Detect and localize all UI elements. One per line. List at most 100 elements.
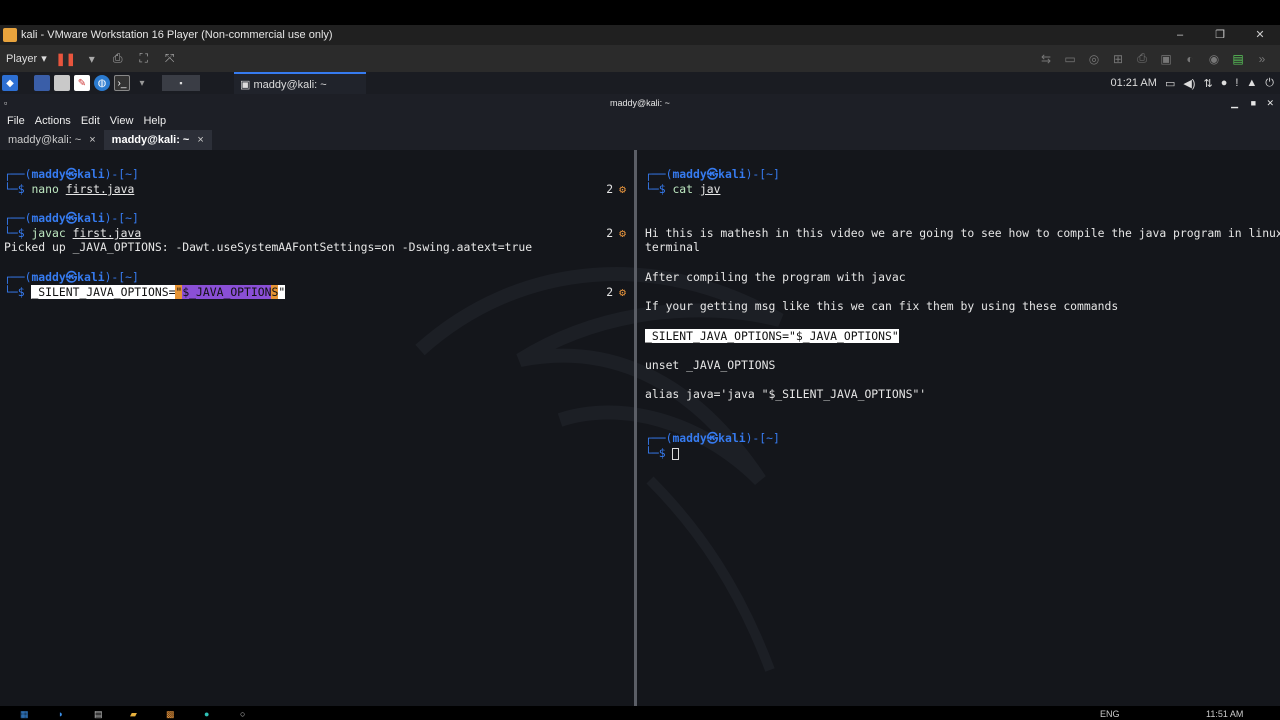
alert-icon[interactable]: ! bbox=[1235, 77, 1238, 89]
language-indicator[interactable]: ENG bbox=[1100, 709, 1120, 719]
chevron-down-icon: ▾ bbox=[41, 53, 47, 65]
file-text-line: _SILENT_JAVA_OPTIONS="$_JAVA_OPTIONS" bbox=[645, 329, 899, 343]
store-icon[interactable]: ▤ bbox=[94, 709, 103, 720]
menu-view[interactable]: View bbox=[110, 115, 134, 127]
lock-icon[interactable]: ▲ bbox=[1246, 77, 1257, 89]
desktop-icon[interactable] bbox=[34, 75, 50, 91]
player-menu[interactable]: Player ▾ bbox=[0, 52, 53, 66]
vmware-titlebar: kali - VMware Workstation 16 Player (Non… bbox=[0, 25, 1280, 45]
windows-start-icon[interactable]: ▦ bbox=[20, 709, 29, 720]
menu-edit[interactable]: Edit bbox=[81, 115, 100, 127]
terminal-titlebar: ▫ maddy@kali: ~ ▁ ■ ✕ bbox=[0, 94, 1280, 112]
pause-icon[interactable]: ❚❚ bbox=[56, 51, 76, 67]
power-icon[interactable]: ⏻ bbox=[1265, 77, 1274, 90]
device-icons: ⇆ ▭ ◎ ⊞ ⎙ ▣ ◐ ◉ ▤ » bbox=[1034, 45, 1274, 72]
menu-file[interactable]: File bbox=[7, 115, 25, 127]
maximize-button[interactable]: ■ bbox=[1251, 94, 1256, 112]
window-title: kali - VMware Workstation 16 Player (Non… bbox=[21, 29, 333, 41]
chevron-down-icon[interactable]: ▾ bbox=[84, 51, 100, 67]
expand-icon[interactable]: » bbox=[1254, 51, 1270, 67]
cdrom-icon[interactable]: ◎ bbox=[1086, 51, 1102, 67]
terminal-icon: ▣ bbox=[240, 79, 254, 91]
terminal-tabbar: maddy@kali: ~ × maddy@kali: ~ × bbox=[0, 130, 1280, 150]
file-text-line: After compiling the program with javac bbox=[645, 270, 906, 284]
camera-icon[interactable]: ◉ bbox=[1206, 51, 1222, 67]
volume-icon[interactable]: ◀) bbox=[1183, 77, 1195, 90]
selected-text: _SILENT_JAVA_OPTIONS="$_JAVA_OPTIONS" bbox=[645, 329, 899, 343]
minimize-button[interactable]: – bbox=[1160, 25, 1200, 45]
system-clock[interactable]: 11:51 AM bbox=[1206, 709, 1243, 719]
text-cursor bbox=[672, 447, 680, 460]
kali-tray: 01:21 AM ▭ ◀) ⇅ ● ! ▲ ⏻ bbox=[1110, 72, 1274, 94]
minimize-button[interactable]: ▁ bbox=[1231, 94, 1238, 112]
line-badge: 2 ⚙ bbox=[606, 226, 626, 240]
tab-1[interactable]: maddy@kali: ~ × bbox=[0, 130, 104, 150]
workspace-switcher[interactable]: ▪ bbox=[162, 75, 200, 91]
unity-icon[interactable]: ⤧ bbox=[162, 51, 178, 67]
terminal-menubar: File Actions Edit View Help bbox=[0, 112, 1280, 130]
prompt-line: ┌──(maddy㉿kali)-[~] bbox=[4, 167, 139, 181]
display-icon[interactable]: ▭ bbox=[1165, 77, 1175, 90]
left-terminal-pane[interactable]: ┌──(maddy㉿kali)-[~] └─$ nano first.java … bbox=[0, 150, 636, 706]
line-badge: 2 ⚙ bbox=[606, 182, 626, 196]
command-line: └─$ nano first.java bbox=[4, 182, 135, 196]
clock[interactable]: 01:21 AM bbox=[1110, 77, 1156, 89]
app-icon[interactable]: ● bbox=[204, 709, 209, 719]
close-button[interactable]: ✕ bbox=[1266, 94, 1274, 112]
file-text-line: Hi this is mathesh in this video we are … bbox=[645, 226, 1280, 240]
tab-2[interactable]: maddy@kali: ~ × bbox=[103, 130, 212, 150]
network-icon[interactable]: ⇆ bbox=[1038, 51, 1054, 67]
gear-icon: ⚙ bbox=[619, 182, 626, 196]
harddisk-icon[interactable]: ▭ bbox=[1062, 51, 1078, 67]
network-icon[interactable]: ⇅ bbox=[1203, 77, 1212, 90]
prompt-line: ┌──(maddy㉿kali)-[~] bbox=[4, 270, 139, 284]
kali-top-panel: ◆ ✎ ◍ ›_ ▾ ▪ ▣ maddy@kali: ~ 01:21 AM ▭ … bbox=[0, 72, 1280, 94]
command-arg: first.java bbox=[65, 182, 135, 196]
vmware-logo-icon bbox=[3, 28, 17, 42]
command-line: └─$ cat jav bbox=[645, 182, 721, 196]
prompt-line: ┌──(maddy㉿kali)-[~] bbox=[645, 167, 780, 181]
terminal-icon[interactable]: ›_ bbox=[114, 75, 130, 91]
menu-actions[interactable]: Actions bbox=[35, 115, 71, 127]
command-line: └─$ _SILENT_JAVA_OPTIONS="$_JAVA_OPTIONS… bbox=[4, 285, 286, 299]
text-editor-icon[interactable]: ✎ bbox=[74, 75, 90, 91]
right-terminal-pane[interactable]: ┌──(maddy㉿kali)-[~] └─$ cat jav Hi this … bbox=[640, 150, 1280, 706]
tab-close-icon[interactable]: × bbox=[197, 134, 203, 146]
edge-icon[interactable]: ◗ bbox=[58, 709, 63, 719]
tab-close-icon[interactable]: × bbox=[89, 134, 95, 146]
file-text-line: If your getting msg like this we can fix… bbox=[645, 299, 1119, 313]
restore-button[interactable]: ❐ bbox=[1200, 25, 1240, 45]
files-icon[interactable] bbox=[54, 75, 70, 91]
fullscreen-icon[interactable]: ⛶ bbox=[136, 51, 152, 67]
sound-icon[interactable]: ◐ bbox=[1182, 51, 1198, 67]
display-icon[interactable]: ▣ bbox=[1158, 51, 1174, 67]
terminal-body: ┌──(maddy㉿kali)-[~] └─$ nano first.java … bbox=[0, 150, 1280, 706]
close-button[interactable]: ✕ bbox=[1240, 25, 1280, 45]
command-name: nano bbox=[31, 182, 59, 196]
send-ctrl-alt-del-icon[interactable]: ⎙ bbox=[110, 51, 126, 67]
prompt-line: ┌──(maddy㉿kali)-[~] bbox=[645, 431, 780, 445]
folder-icon[interactable]: ▰ bbox=[130, 709, 137, 720]
chevron-down-icon[interactable]: ▾ bbox=[134, 75, 150, 91]
kali-menu-icon[interactable]: ◆ bbox=[2, 75, 18, 91]
browser-icon[interactable]: ◍ bbox=[94, 75, 110, 91]
highlighted-text: $_JAVA_OPTION bbox=[182, 285, 272, 299]
file-text-line: alias java='java "$_SILENT_JAVA_OPTIONS"… bbox=[645, 387, 927, 401]
app-icon[interactable]: ○ bbox=[240, 709, 245, 719]
windows-taskbar: ▦ ◗ ▤ ▰ ▩ ● ○ ENG 11:51 AM bbox=[0, 706, 1280, 720]
menu-help[interactable]: Help bbox=[143, 115, 166, 127]
usb-icon[interactable]: ⊞ bbox=[1110, 51, 1126, 67]
vmware-toolbar: Player ▾ ❚❚ ▾ ⎙ ⛶ ⤧ ⇆ ▭ ◎ ⊞ ⎙ ▣ ◐ ◉ ▤ » bbox=[0, 45, 1280, 72]
message-icon[interactable]: ▤ bbox=[1230, 51, 1246, 67]
command-line: └─$ javac first.java bbox=[4, 226, 142, 240]
task-label: maddy@kali: ~ bbox=[253, 79, 327, 91]
tab-label: maddy@kali: ~ bbox=[111, 134, 190, 146]
command-line: └─$ bbox=[645, 446, 680, 460]
file-text-line: terminal bbox=[645, 240, 700, 254]
pane-divider[interactable] bbox=[634, 150, 637, 706]
printer-icon[interactable]: ⎙ bbox=[1134, 51, 1150, 67]
taskbar-item-terminal[interactable]: ▣ maddy@kali: ~ bbox=[234, 72, 366, 94]
notification-icon[interactable]: ● bbox=[1221, 77, 1228, 89]
vmware-icon[interactable]: ▩ bbox=[166, 709, 175, 720]
prompt-line: ┌──(maddy㉿kali)-[~] bbox=[4, 211, 139, 225]
